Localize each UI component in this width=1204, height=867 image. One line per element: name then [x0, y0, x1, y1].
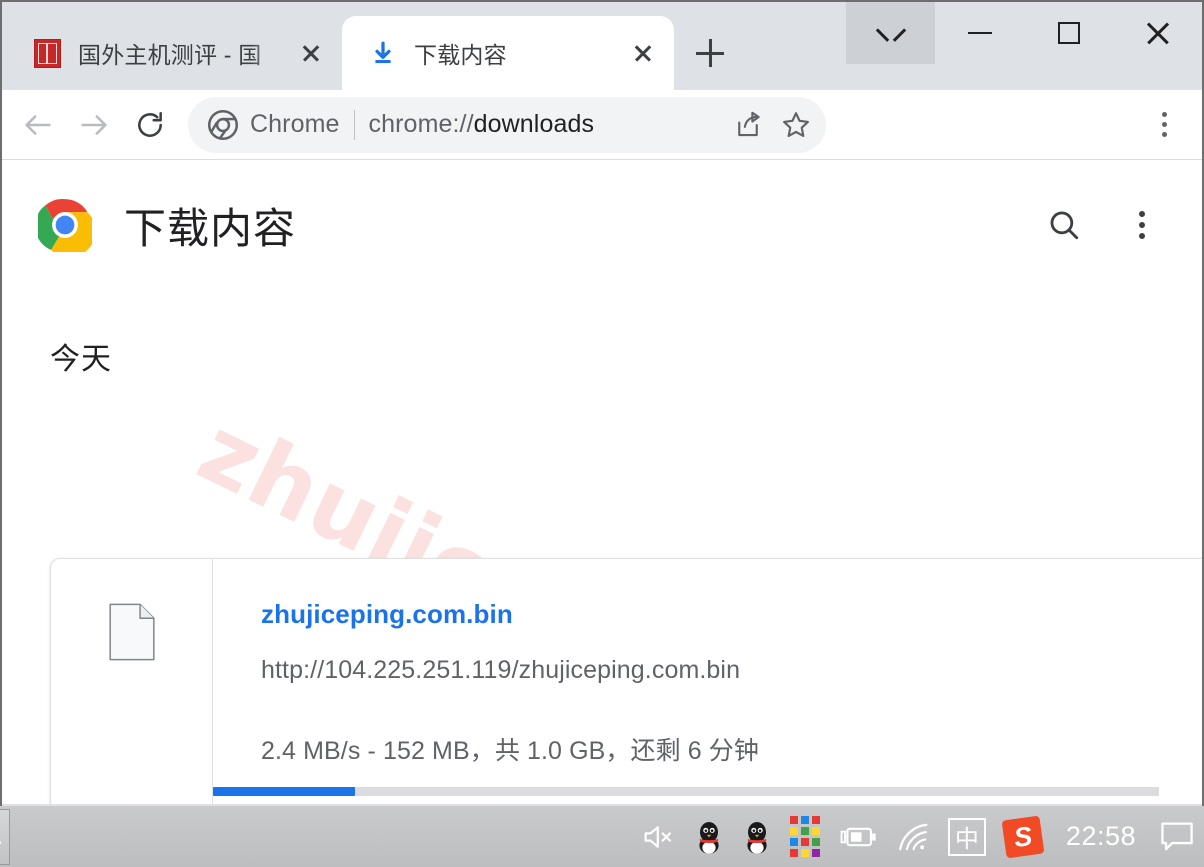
- tab-title: 国外主机测评 - 国: [78, 42, 262, 68]
- dot: [1161, 112, 1167, 117]
- chrome-logo-icon: [35, 198, 96, 258]
- download-details: zhujiceping.com.bin http://104.225.251.1…: [213, 559, 1202, 804]
- dot: [1139, 233, 1145, 239]
- search-icon[interactable]: [1046, 207, 1082, 243]
- share-icon[interactable]: [724, 101, 772, 149]
- tab-downloads[interactable]: 下载内容: [342, 16, 674, 90]
- wifi-icon[interactable]: [896, 815, 930, 859]
- window-controls: [846, 2, 1202, 64]
- dot: [1139, 211, 1145, 217]
- browser-toolbar: Chrome chrome://downloads: [2, 90, 1202, 160]
- download-icon: [370, 40, 396, 66]
- download-status-text: 2.4 MB/s - 152 MB，共 1.0 GB，还剩 6 分钟: [261, 737, 759, 765]
- arrow-left-icon: [25, 114, 51, 135]
- battery-charging-icon[interactable]: [838, 815, 878, 859]
- sogou-logo-label: S: [1001, 815, 1045, 858]
- tab-guowai-zhuji-ceping[interactable]: 国外主机测评 - 国: [2, 16, 342, 90]
- clock-time[interactable]: 22:58: [1060, 821, 1142, 852]
- volume-muted-icon[interactable]: [642, 815, 676, 859]
- close-icon[interactable]: [626, 36, 660, 70]
- page-title: 下载内容: [124, 204, 297, 252]
- chrome-icon: [208, 109, 238, 140]
- download-progress-fill: [213, 787, 355, 796]
- generic-file-icon: [108, 603, 155, 661]
- browser-window: 国外主机测评 - 国 下载内容 Chrome chrome://download…: [0, 0, 1204, 806]
- address-bar[interactable]: Chrome chrome://downloads: [188, 96, 826, 153]
- system-tray: 中 S 22:58: [642, 815, 1204, 859]
- reload-button[interactable]: [122, 97, 178, 153]
- dot: [1139, 222, 1145, 228]
- windows-taskbar: sers...: [0, 806, 1204, 867]
- download-item-card: zhujiceping.com.bin http://104.225.251.1…: [50, 558, 1202, 804]
- arrow-right-icon: [81, 114, 107, 135]
- chrome-menu-button[interactable]: [1140, 101, 1188, 149]
- back-button[interactable]: [10, 97, 66, 153]
- download-file-icon-column: [51, 559, 213, 804]
- taskbar-window-button[interactable]: sers...: [0, 808, 10, 865]
- forward-button[interactable]: [66, 97, 122, 153]
- new-tab-button[interactable]: [682, 25, 738, 81]
- omnibox-divider: [353, 109, 355, 140]
- minimize-button[interactable]: [935, 2, 1024, 64]
- download-progress-bar: [213, 787, 1159, 796]
- tab-strip: 国外主机测评 - 国 下载内容: [2, 2, 1202, 90]
- downloads-header-actions: [1046, 207, 1174, 243]
- download-source-url: http://104.225.251.119/zhujiceping.com.b…: [261, 656, 741, 684]
- qq-penguin-icon[interactable]: [694, 815, 724, 859]
- star-icon[interactable]: [772, 101, 820, 149]
- ime-language-icon[interactable]: 中: [947, 815, 986, 859]
- tab-title: 下载内容: [414, 42, 507, 68]
- omnibox-chip-label: Chrome: [250, 110, 340, 138]
- tab-search-button[interactable]: [846, 2, 935, 64]
- color-grid-icon[interactable]: [789, 815, 820, 859]
- close-window-button[interactable]: [1113, 2, 1202, 64]
- maximize-button[interactable]: [1024, 2, 1113, 64]
- red-seal-favicon-icon: [32, 38, 62, 68]
- downloads-header: 下载内容: [2, 160, 1202, 264]
- download-filename-link[interactable]: zhujiceping.com.bin: [261, 599, 1202, 630]
- dot: [1161, 132, 1167, 137]
- downloads-menu-button[interactable]: [1124, 211, 1160, 239]
- omnibox-url[interactable]: chrome://downloads: [369, 110, 724, 139]
- ime-label: 中: [947, 817, 986, 856]
- notification-icon[interactable]: [1160, 815, 1194, 859]
- url-path: downloads: [473, 110, 595, 138]
- minimize-icon: [967, 31, 992, 35]
- sogou-input-icon[interactable]: S: [1001, 815, 1045, 859]
- qq-penguin-icon[interactable]: [742, 815, 772, 859]
- downloads-page: zhujiceping.com 下载内容: [2, 160, 1202, 804]
- url-scheme: chrome://: [368, 110, 474, 138]
- dot: [1161, 122, 1167, 127]
- close-icon: [1144, 19, 1172, 47]
- chevron-down-icon: [878, 26, 904, 40]
- close-icon[interactable]: [294, 36, 328, 70]
- maximize-icon: [1057, 22, 1080, 44]
- reload-icon: [138, 111, 162, 137]
- section-header-today: 今天: [50, 343, 112, 376]
